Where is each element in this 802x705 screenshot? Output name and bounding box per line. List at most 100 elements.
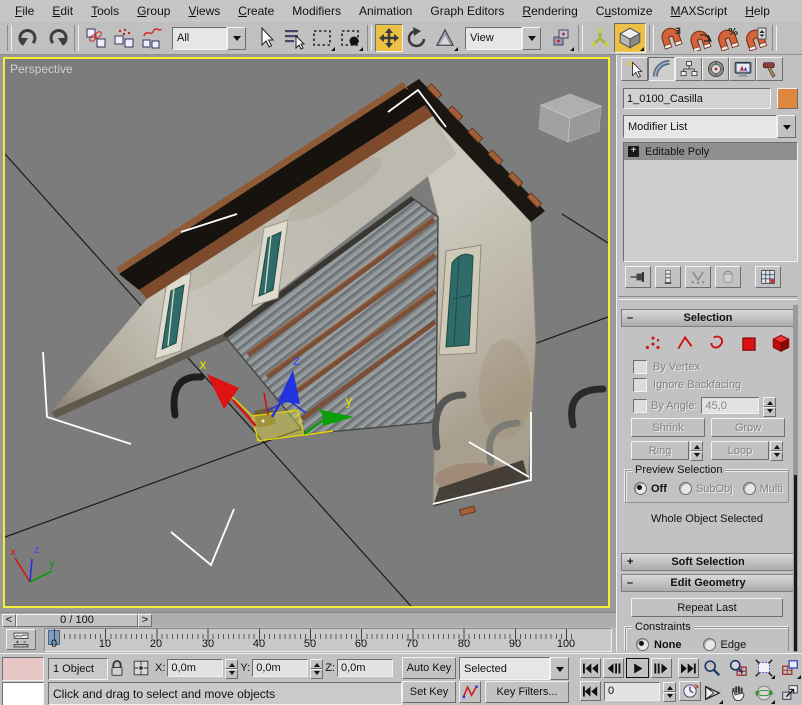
select-and-manipulate-button[interactable]	[586, 24, 614, 52]
select-and-rotate-button[interactable]	[403, 24, 431, 52]
chevron-down-icon[interactable]	[550, 657, 569, 680]
pan-button[interactable]	[726, 681, 750, 705]
y-coord-field[interactable]	[252, 659, 308, 677]
loop-spinner[interactable]	[770, 441, 783, 460]
time-slider-handle[interactable]: 0 / 100	[16, 614, 138, 627]
tab-display[interactable]	[729, 57, 756, 81]
next-frame-button[interactable]	[651, 658, 672, 678]
frame-spinner[interactable]	[663, 682, 676, 701]
go-to-end-button[interactable]	[678, 658, 699, 678]
maxscript-mini-listener-white[interactable]	[2, 682, 44, 705]
menu-group[interactable]: Group	[128, 2, 179, 20]
expand-icon[interactable]: +	[627, 556, 633, 568]
menu-help[interactable]: Help	[736, 2, 779, 20]
select-by-name-button[interactable]	[280, 24, 308, 52]
viewport-canvas[interactable]: x z y	[5, 59, 608, 606]
select-and-link-button[interactable]	[82, 24, 110, 52]
building-model[interactable]	[51, 79, 545, 516]
rectangular-selection-region-button[interactable]	[308, 24, 336, 52]
menu-tools[interactable]: Tools	[82, 2, 128, 20]
tab-create[interactable]	[621, 57, 648, 81]
polygon-icon[interactable]	[739, 333, 759, 353]
go-to-start-button[interactable]	[580, 658, 601, 678]
collapse-icon[interactable]: –	[627, 312, 633, 324]
menu-graph-editors[interactable]: Graph Editors	[421, 2, 513, 20]
dummy-helper-cube[interactable]	[539, 94, 601, 142]
default-in-out-tangents-button[interactable]	[459, 681, 481, 703]
object-name-field[interactable]	[623, 88, 771, 109]
x-coord-spinner[interactable]	[225, 659, 238, 677]
gizmo-x-axis[interactable]: x	[199, 358, 256, 426]
element-icon[interactable]	[771, 333, 791, 353]
selection-set-dropdown[interactable]: Selected	[459, 658, 569, 679]
mini-curve-editor-button[interactable]	[6, 629, 36, 650]
menu-views[interactable]: Views	[179, 2, 229, 20]
snaps-toggle-button[interactable]	[614, 23, 646, 53]
next-frame-slider-button[interactable]: >	[138, 614, 152, 627]
set-key-button[interactable]: Set Key	[402, 681, 456, 703]
border-icon[interactable]	[707, 333, 727, 353]
configure-modifier-sets-button[interactable]	[755, 266, 781, 288]
ring-spinner[interactable]	[690, 441, 703, 460]
maxscript-mini-listener-pink[interactable]	[2, 657, 44, 681]
loop-button[interactable]: Loop	[711, 441, 769, 460]
gizmo-xy-plane[interactable]	[252, 410, 304, 441]
track-bar-ruler[interactable]: 0 10 20 30 40 50 60 70 80 90 100	[44, 628, 612, 652]
constraints-edge-radio[interactable]	[703, 638, 716, 651]
selection-rollout-header[interactable]: – Selection	[621, 309, 795, 327]
chevron-down-icon[interactable]	[522, 27, 541, 50]
edge-icon[interactable]	[675, 333, 695, 353]
zoom-button[interactable]	[700, 656, 724, 680]
key-mode-toggle-button[interactable]	[580, 681, 601, 701]
perspective-viewport[interactable]: x z y	[3, 57, 610, 608]
expand-icon[interactable]: +	[628, 146, 639, 157]
soft-selection-rollout-header[interactable]: + Soft Selection	[621, 553, 795, 571]
play-button[interactable]	[626, 658, 649, 678]
grow-button[interactable]: Grow	[711, 418, 785, 437]
auto-key-button[interactable]: Auto Key	[402, 657, 456, 679]
preview-subobj-radio[interactable]	[679, 482, 692, 495]
panel-scrollbar[interactable]	[793, 305, 798, 652]
menu-edit[interactable]: Edit	[43, 2, 82, 20]
door[interactable]	[439, 245, 481, 355]
previous-frame-button[interactable]	[603, 658, 624, 678]
unlink-selection-button[interactable]	[110, 24, 138, 52]
vertex-icon[interactable]	[643, 333, 663, 353]
absolute-offset-toggle-button[interactable]	[131, 658, 151, 678]
arc-rotate-button[interactable]	[752, 681, 776, 705]
select-and-scale-button[interactable]	[431, 24, 459, 52]
field-of-view-button[interactable]	[700, 681, 724, 705]
chevron-down-icon[interactable]	[777, 115, 796, 138]
menu-create[interactable]: Create	[229, 2, 283, 20]
bind-to-spacewarp-button[interactable]	[138, 24, 166, 52]
z-coord-field[interactable]	[337, 659, 393, 677]
undo-button[interactable]	[15, 24, 43, 52]
tab-hierarchy[interactable]	[675, 57, 702, 81]
by-vertex-checkbox[interactable]	[633, 360, 647, 374]
spinner-snap-button[interactable]	[741, 24, 769, 52]
menu-file[interactable]: File	[6, 2, 43, 20]
modifier-list-dropdown[interactable]: Modifier List	[623, 116, 796, 137]
constraints-none-radio[interactable]	[636, 638, 649, 651]
stack-item-editable-poly[interactable]: + Editable Poly	[624, 143, 797, 160]
previous-frame-slider-button[interactable]: <	[2, 614, 16, 627]
by-angle-field[interactable]	[701, 397, 759, 414]
zoom-extents-button[interactable]	[752, 656, 776, 680]
select-and-move-button[interactable]	[375, 24, 403, 52]
menu-rendering[interactable]: Rendering	[513, 2, 586, 20]
snap-3d-button[interactable]: 3	[657, 24, 685, 52]
make-unique-button[interactable]	[685, 266, 711, 288]
ignore-backfacing-checkbox[interactable]	[633, 378, 647, 392]
zoom-all-button[interactable]	[726, 656, 750, 680]
menu-modifiers[interactable]: Modifiers	[283, 2, 350, 20]
by-angle-checkbox[interactable]	[633, 399, 647, 413]
preview-multi-radio[interactable]	[743, 482, 756, 495]
selection-filter-dropdown[interactable]: All	[172, 28, 246, 49]
chevron-down-icon[interactable]	[227, 27, 246, 50]
show-end-result-button[interactable]	[655, 266, 681, 288]
tab-motion[interactable]	[702, 57, 729, 81]
time-configuration-button[interactable]	[679, 681, 701, 701]
min-max-toggle-button[interactable]	[778, 681, 802, 705]
edit-geometry-rollout-header[interactable]: – Edit Geometry	[621, 574, 795, 592]
x-coord-field[interactable]	[167, 659, 223, 677]
